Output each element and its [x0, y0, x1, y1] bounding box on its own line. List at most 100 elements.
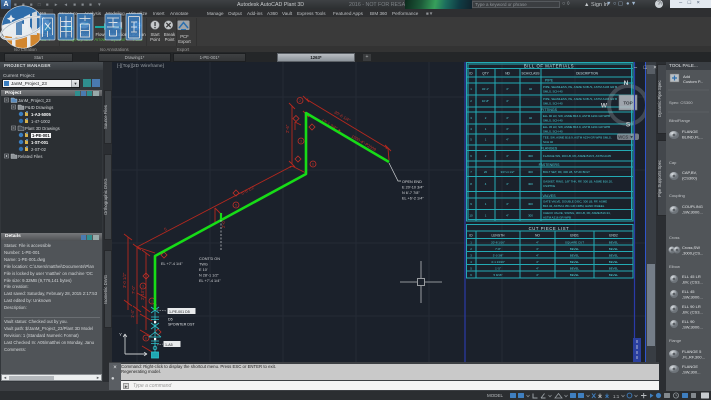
svg-text:SQUARE CUT: SQUARE CUT [565, 240, 584, 244]
svg-text:4": 4" [536, 266, 539, 270]
svg-text:7'-0": 7'-0" [131, 285, 136, 294]
svg-text:4": 4" [506, 116, 509, 120]
svg-text:SMLS, SCH 40: SMLS, SCH 40 [543, 119, 563, 123]
svg-text:Y: Y [119, 332, 122, 337]
svg-text:1'-4": 1'-4" [130, 309, 135, 318]
svg-text:3/4"x4 1/2": 3/4"x4 1/2" [501, 170, 515, 174]
svg-text:Custom P...: Custom P... [683, 79, 703, 84]
svg-text:BEVEL: BEVEL [609, 273, 619, 277]
svg-text:4": 4" [506, 138, 509, 142]
svg-text:VALVES: VALVES [542, 194, 556, 198]
svg-text:PIPE: PIPE [545, 79, 554, 83]
svg-text:Elbow: Elbow [669, 264, 680, 269]
svg-text:Cap: Cap [669, 160, 677, 165]
svg-text:40: 40 [529, 87, 533, 91]
svg-text:5: 5 [470, 266, 472, 270]
svg-text:SMLS, SCH 40: SMLS, SCH 40 [543, 130, 563, 134]
svg-text:300: 300 [528, 214, 533, 218]
svg-text:E 20'-10 3/4": E 20'-10 3/4" [402, 186, 424, 190]
svg-text:ID: ID [469, 71, 473, 75]
svg-text:FITTINGS: FITTINGS [541, 108, 558, 112]
svg-text:SMLS, SCH 40: SMLS, SCH 40 [543, 102, 563, 106]
svg-text:SCH 40: SCH 40 [543, 140, 554, 144]
svg-text:5 9/16": 5 9/16" [493, 273, 502, 277]
svg-text:SPOINTER DST: SPOINTER DST [168, 323, 195, 327]
svg-text:,FL,RF,300...: ,FL,RF,300... [682, 355, 705, 360]
svg-text:BEVEL: BEVEL [609, 240, 619, 244]
svg-text:1'-5": 1'-5" [495, 266, 501, 270]
svg-text:20'-8 1/16": 20'-8 1/16" [491, 240, 505, 244]
svg-text:1: 1 [485, 138, 487, 142]
svg-text:3: 3 [470, 253, 472, 257]
svg-text:2: 2 [470, 99, 472, 103]
svg-text:OPEN END: OPEN END [402, 180, 422, 184]
svg-text:,BV, (CS3...: ,BV, (CS3... [682, 310, 703, 315]
svg-text:(CS300): (CS300) [682, 176, 698, 181]
svg-text:TEE, SW, ASME B16.9, ASTM A234: TEE, SW, ASME B16.9, ASTM A234 GR WPB SM… [543, 136, 612, 140]
svg-text:N 28'-1 1/2": N 28'-1 1/2" [199, 274, 219, 278]
svg-text:B16.34, ASTM A 351 GR CF8M, HA: B16.34, ASTM A 351 GR CF8M, HAND WHEEL [543, 204, 605, 208]
svg-text:ELL 90 LR, SW, ASME B16.9, AST: ELL 90 LR, SW, ASME B16.9, ASTM A234 GR … [543, 114, 610, 118]
svg-text:2: 2 [485, 154, 487, 158]
svg-text:300: 300 [528, 182, 533, 186]
svg-text:FLANGE 5: FLANGE 5 [682, 349, 702, 354]
svg-text:TOP: TOP [623, 101, 632, 106]
svg-text:2'-6": 2'-6" [285, 124, 290, 133]
svg-text:1: 1 [470, 240, 472, 244]
svg-text:CAP,BV,: CAP,BV, [682, 170, 697, 175]
svg-text:1: 1 [485, 202, 487, 206]
svg-text:END2: END2 [609, 233, 618, 237]
svg-text:6: 6 [470, 273, 472, 277]
svg-text:4": 4" [536, 260, 539, 264]
svg-text:4: 4 [470, 260, 472, 264]
svg-text:300: 300 [528, 154, 533, 158]
svg-text:FLANGE: FLANGE [682, 364, 698, 369]
svg-text:6: 6 [312, 162, 314, 166]
svg-text:3: 3 [300, 139, 302, 143]
svg-text:4": 4" [506, 127, 509, 131]
svg-text:1:1: 1:1 [613, 394, 620, 399]
svg-text:2'-10": 2'-10" [140, 289, 145, 300]
svg-text:3'-0 1/2": 3'-0 1/2" [122, 272, 127, 288]
svg-text:GATE VALVE, DOUBLE DISC, 300 L: GATE VALVE, DOUBLE DISC, 300 LB, RF, ASM… [543, 200, 607, 204]
svg-text:Cross,SW: Cross,SW [682, 245, 700, 250]
svg-text:,SW,3000...: ,SW,3000... [682, 325, 703, 330]
svg-text:ELL 90: ELL 90 [682, 319, 695, 324]
svg-text:FLANGE: FLANGE [682, 129, 698, 134]
svg-text:8: 8 [470, 182, 472, 186]
svg-text:PIPE, SEAMLESS, PE, ASME SOB./: PIPE, SEAMLESS, PE, ASME SOB./S, ASTM A1… [543, 85, 617, 89]
svg-text:1: 1 [470, 87, 472, 91]
svg-text:N 6'-7 7/8": N 6'-7 7/8" [402, 191, 420, 195]
svg-text:FASTENERS: FASTENERS [539, 163, 560, 167]
svg-text:4": 4" [536, 240, 539, 244]
svg-text:BEVEL: BEVEL [570, 253, 580, 257]
svg-text:COUPLING: COUPLING [682, 204, 703, 209]
svg-text:BEVEL: BEVEL [570, 260, 580, 264]
svg-text:SCH/CLASS: SCH/CLASS [521, 71, 539, 75]
svg-text:[-][Top][2D Wireframe]: [-][Top][2D Wireframe] [117, 63, 164, 69]
svg-text:S: S [626, 122, 631, 129]
svg-text:,SW,300...: ,SW,300... [682, 370, 700, 375]
svg-text:CS/PTFE: CS/PTFE [543, 184, 555, 188]
svg-text:ELL 45: ELL 45 [682, 289, 695, 294]
svg-text:FLANGE WN, 300 LB, RF, ASME B1: FLANGE WN, 300 LB, RF, ASME B16.5, ASTM … [543, 154, 611, 158]
svg-text:WCS ▼: WCS ▼ [618, 135, 633, 140]
svg-text:5: 5 [235, 203, 237, 207]
svg-text:7'-8": 7'-8" [495, 247, 501, 251]
svg-text:,SW,3000...: ,SW,3000... [682, 210, 703, 215]
svg-text:EL +6'-2 1/4": EL +6'-2 1/4" [402, 197, 424, 201]
svg-text:,BV, (CS3...: ,BV, (CS3... [682, 280, 703, 285]
svg-text:W: W [601, 103, 608, 110]
svg-text:BEVEL: BEVEL [570, 247, 580, 251]
svg-text:2: 2 [299, 99, 301, 103]
svg-text:34'-1": 34'-1" [482, 87, 489, 91]
svg-text:E 10': E 10' [199, 268, 208, 272]
svg-text:6: 6 [470, 154, 472, 158]
svg-text:6: 6 [145, 336, 147, 340]
svg-text:5'-0 3/8": 5'-0 3/8" [493, 253, 504, 257]
svg-text:TWG: TWG [199, 263, 208, 267]
svg-text:1: 1 [485, 214, 487, 218]
svg-text:NO: NO [535, 233, 540, 237]
svg-text:ELL 45 LR, SW, ASME B16.9, AST: ELL 45 LR, SW, ASME B16.9, ASTM A234 GR … [543, 125, 610, 129]
svg-text:BEVEL: BEVEL [609, 266, 619, 270]
